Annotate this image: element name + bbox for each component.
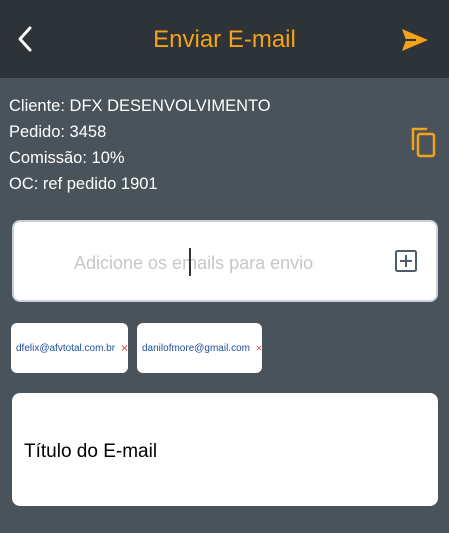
text-cursor [189, 248, 191, 276]
recipient-chip: dfelix@afvtotal.com.br [11, 323, 128, 373]
app-header: Enviar E-mail [0, 0, 449, 78]
page-title: Enviar E-mail [153, 26, 296, 53]
email-recipients-box [12, 220, 438, 302]
email-input[interactable] [74, 250, 374, 276]
cliente-text: Cliente: DFX DESENVOLVIMENTO [9, 97, 271, 115]
recipient-email: dfelix@afvtotal.com.br [16, 342, 116, 354]
oc-text: OC: ref pedido 1901 [9, 175, 158, 193]
send-button[interactable] [400, 26, 430, 54]
order-info: Cliente: DFX DESENVOLVIMENTO Pedido: 345… [9, 93, 271, 197]
recipient-email: danilofmore@gmail.com [142, 342, 250, 354]
recipient-chip: danilofmore@gmail.com [137, 323, 262, 373]
copy-button[interactable] [410, 125, 438, 159]
add-email-button[interactable] [394, 249, 418, 273]
comissao-text: Comissão: 10% [9, 149, 125, 167]
close-x-icon[interactable] [121, 340, 128, 356]
subject-field[interactable]: Título do E-mail [12, 393, 438, 506]
add-box-icon [395, 250, 417, 272]
pedido-text: Pedido: 3458 [9, 123, 107, 141]
send-icon [402, 29, 428, 51]
copy-icon [411, 127, 436, 158]
close-x-icon[interactable] [256, 340, 262, 356]
subject-label: Título do E-mail [24, 441, 158, 462]
